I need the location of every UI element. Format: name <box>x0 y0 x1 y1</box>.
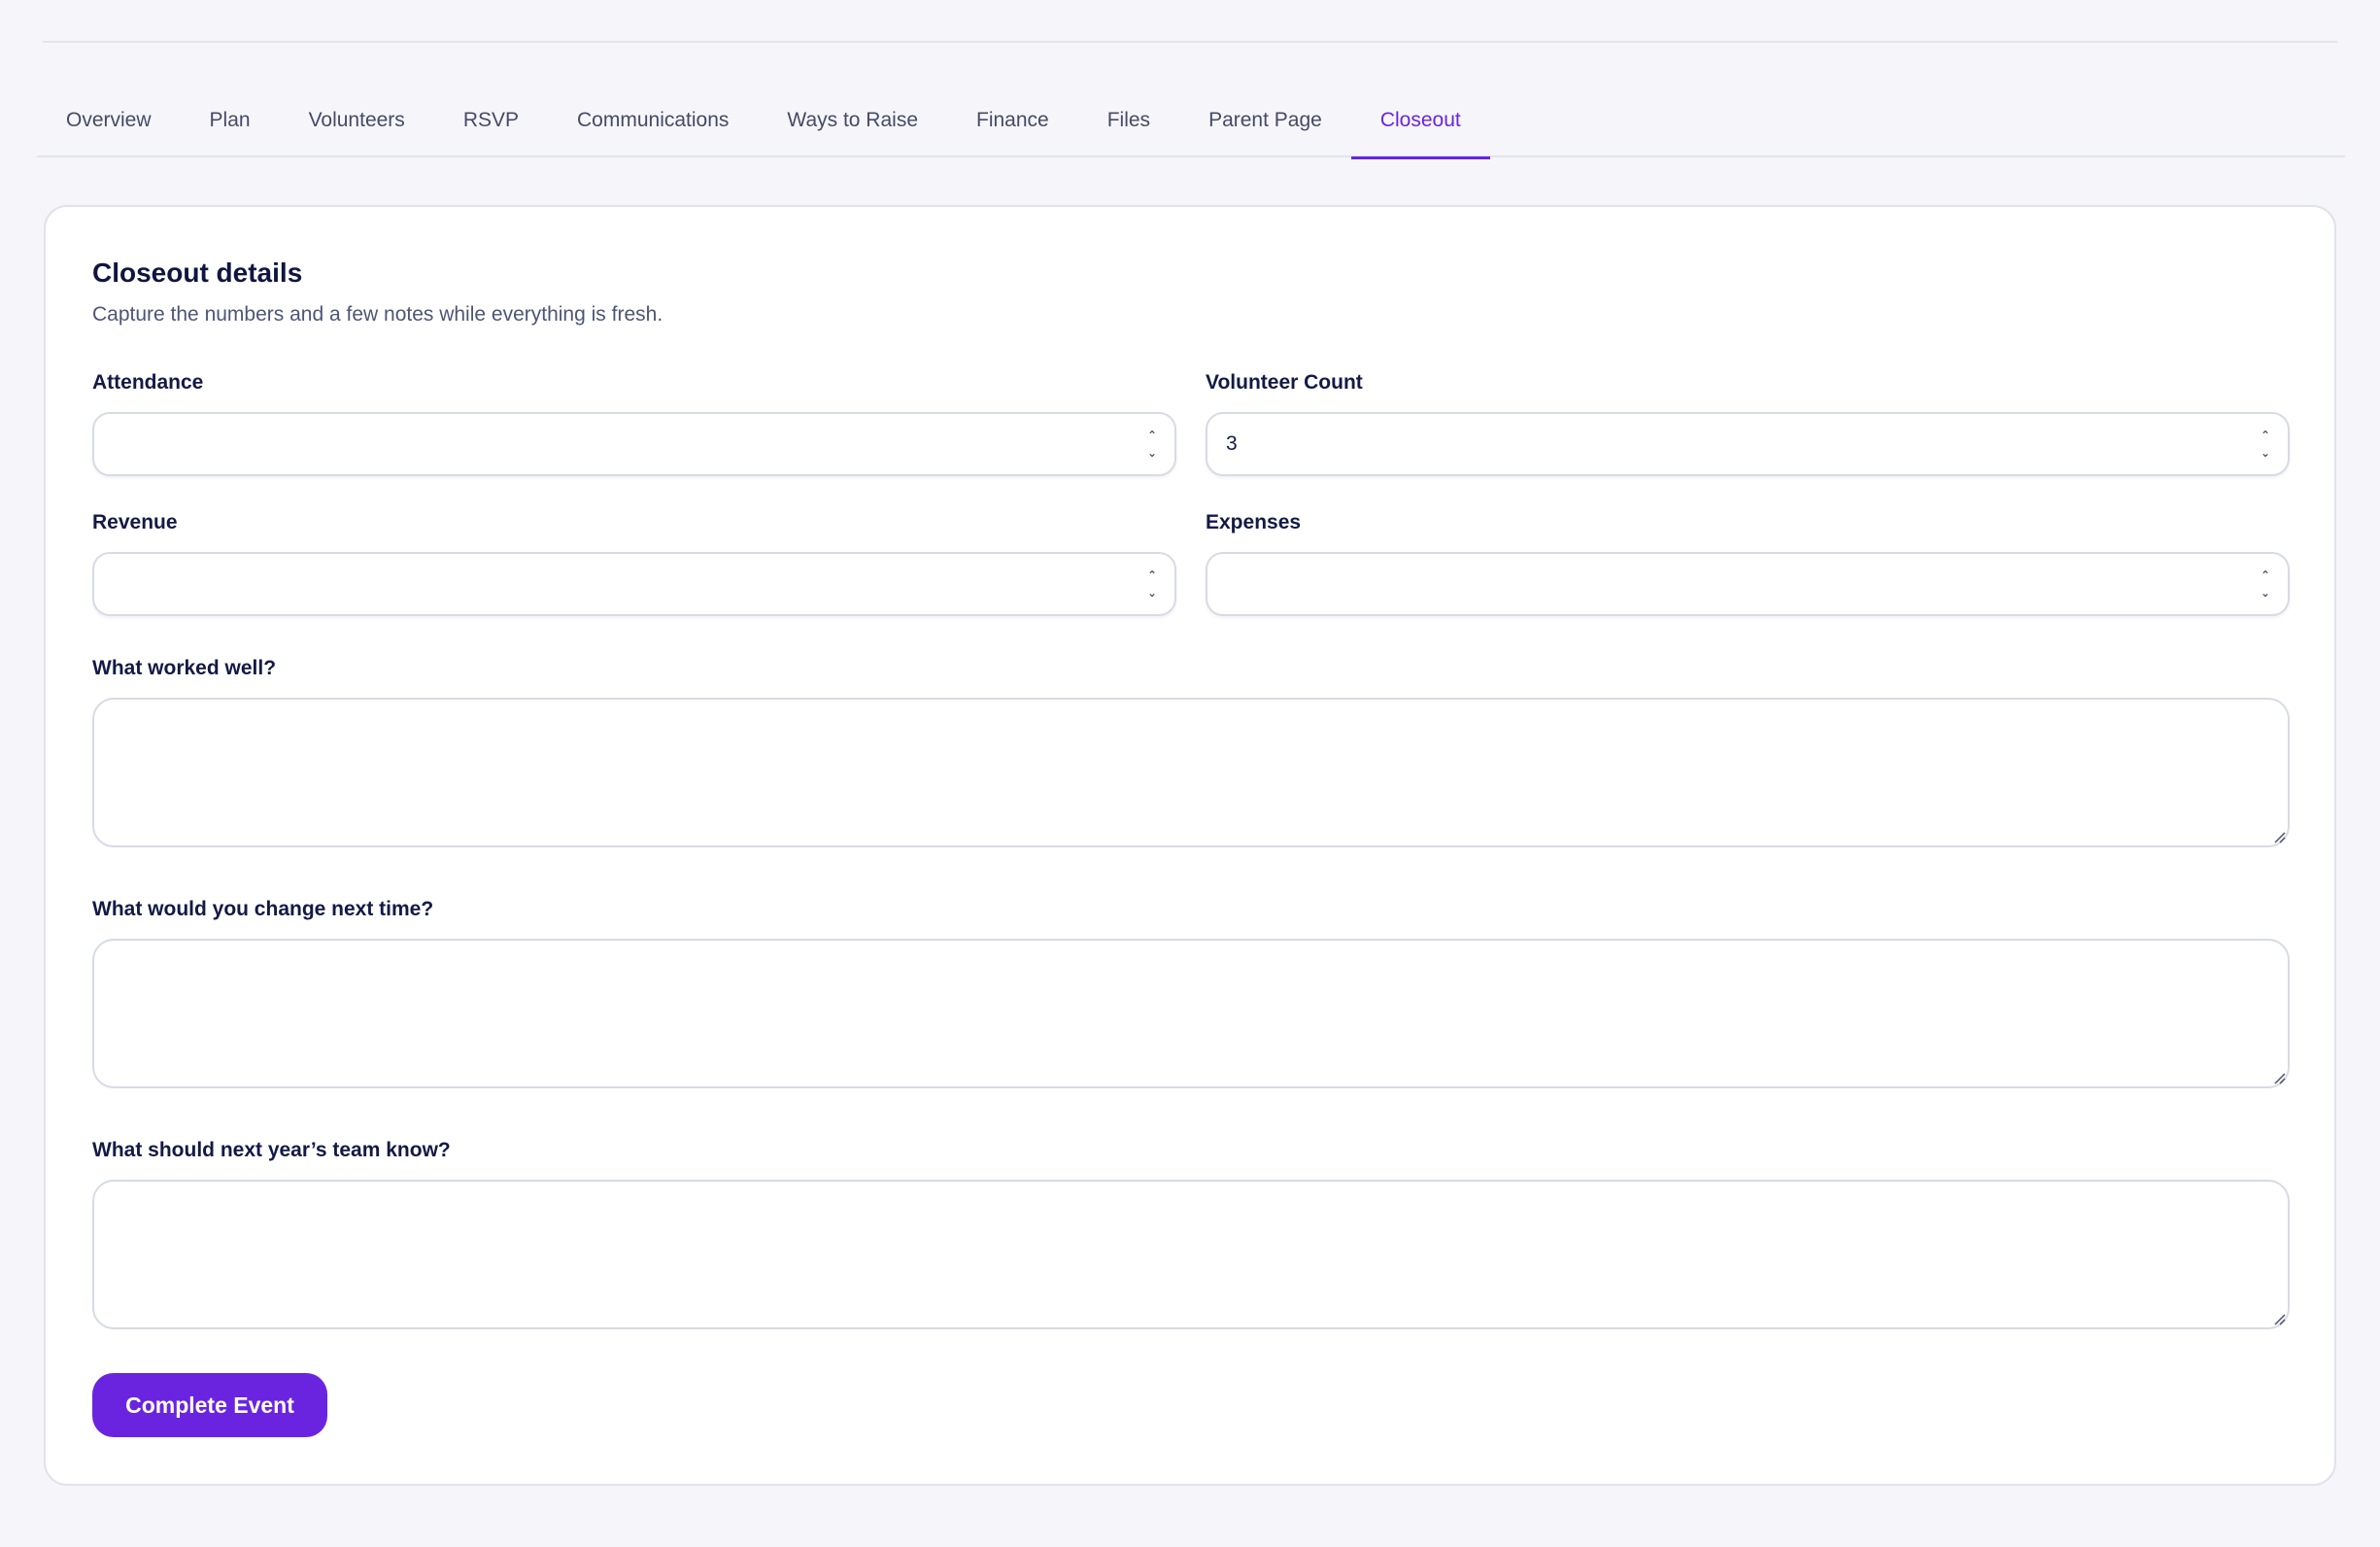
tab-rsvp[interactable]: RSVP <box>434 97 548 157</box>
top-divider <box>43 41 2337 43</box>
worked-well-textarea[interactable] <box>92 698 2290 847</box>
closeout-card: Closeout details Capture the numbers and… <box>44 205 2336 1486</box>
tab-communications[interactable]: Communications <box>548 97 758 157</box>
tab-ways-to-raise[interactable]: Ways to Raise <box>758 97 947 157</box>
resize-grip-icon[interactable] <box>2272 830 2286 843</box>
next-team-textarea[interactable] <box>92 1180 2290 1329</box>
attendance-input[interactable]: ⌃ ⌄ <box>92 412 1176 476</box>
resize-grip-icon[interactable] <box>2272 1071 2286 1084</box>
attendance-label: Attendance <box>92 371 204 394</box>
complete-event-button[interactable]: Complete Event <box>92 1373 327 1437</box>
volunteer-count-label: Volunteer Count <box>1206 371 1363 394</box>
change-next-textarea[interactable] <box>92 939 2290 1088</box>
revenue-input[interactable]: ⌃ ⌄ <box>92 552 1176 616</box>
resize-grip-icon[interactable] <box>2272 1312 2286 1325</box>
spinner-up-icon[interactable]: ⌃ <box>2261 429 2270 442</box>
spinner-down-icon[interactable]: ⌄ <box>2261 586 2270 600</box>
tab-overview[interactable]: Overview <box>37 97 181 157</box>
card-subtitle: Capture the numbers and a few notes whil… <box>92 303 663 326</box>
tab-parent-page[interactable]: Parent Page <box>1179 97 1351 157</box>
worked-well-label: What worked well? <box>92 657 277 679</box>
number-spinner-icon[interactable]: ⌃ ⌄ <box>2259 568 2272 600</box>
tab-volunteers[interactable]: Volunteers <box>280 97 434 157</box>
spinner-up-icon[interactable]: ⌃ <box>1147 568 1157 582</box>
revenue-label: Revenue <box>92 511 178 533</box>
spinner-down-icon[interactable]: ⌄ <box>1147 446 1157 460</box>
change-next-label: What would you change next time? <box>92 898 434 920</box>
spinner-down-icon[interactable]: ⌄ <box>2261 446 2270 460</box>
volunteer-count-input[interactable]: 3 ⌃ ⌄ <box>1206 412 2290 476</box>
number-spinner-icon[interactable]: ⌃ ⌄ <box>1145 568 1159 600</box>
tab-closeout[interactable]: Closeout <box>1350 97 1490 159</box>
spinner-up-icon[interactable]: ⌃ <box>1147 429 1157 442</box>
spinner-down-icon[interactable]: ⌄ <box>1147 586 1157 600</box>
volunteer-count-value: 3 <box>1226 432 1238 455</box>
number-spinner-icon[interactable]: ⌃ ⌄ <box>2259 429 2272 460</box>
expenses-label: Expenses <box>1206 511 1302 533</box>
card-title: Closeout details <box>92 258 303 288</box>
tab-files[interactable]: Files <box>1078 97 1179 157</box>
next-team-label: What should next year’s team know? <box>92 1139 451 1161</box>
tab-finance[interactable]: Finance <box>947 97 1078 157</box>
number-spinner-icon[interactable]: ⌃ ⌄ <box>1145 429 1159 460</box>
spinner-up-icon[interactable]: ⌃ <box>2261 568 2270 582</box>
tab-plan[interactable]: Plan <box>181 97 280 157</box>
expenses-input[interactable]: ⌃ ⌄ <box>1206 552 2290 616</box>
event-tabs: Overview Plan Volunteers RSVP Communicat… <box>37 97 2345 159</box>
